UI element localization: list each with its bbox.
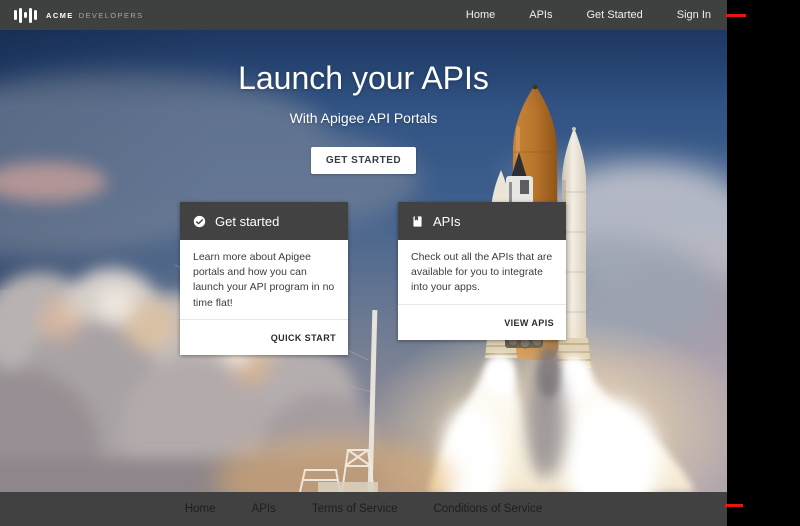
nav-item-home[interactable]: Home — [449, 9, 512, 21]
book-icon — [411, 215, 424, 228]
equalizer-bars-icon — [14, 8, 37, 23]
get-started-card: Get started Learn more about Apigee port… — [180, 202, 348, 355]
view-apis-link[interactable]: VIEW APIS — [504, 318, 554, 328]
card-footer: VIEW APIS — [398, 304, 566, 340]
quick-start-link[interactable]: QUICK START — [271, 333, 336, 343]
hero-section: Launch your APIs With Apigee API Portals… — [0, 30, 727, 492]
nav-item-get-started[interactable]: Get Started — [569, 9, 659, 21]
card-body-text: Check out all the APIs that are availabl… — [398, 240, 566, 304]
card-body-text: Learn more about Apigee portals and how … — [180, 240, 348, 319]
top-navbar: ACME DEVELOPERS Home APIs Get Started Si… — [0, 0, 727, 30]
check-circle-icon — [193, 215, 206, 228]
footer-link-terms[interactable]: Terms of Service — [294, 503, 416, 515]
annotation-dash-bottom — [725, 504, 743, 507]
brand-logo[interactable]: ACME DEVELOPERS — [14, 8, 144, 23]
nav-item-apis[interactable]: APIs — [512, 9, 569, 21]
get-started-card-header: Get started — [180, 202, 348, 240]
card-title: APIs — [433, 214, 460, 229]
hero-subtitle: With Apigee API Portals — [0, 110, 727, 126]
nav-links: Home APIs Get Started Sign In — [449, 9, 713, 21]
screenshot-viewport: ACME DEVELOPERS Home APIs Get Started Si… — [0, 0, 800, 526]
portal-page: ACME DEVELOPERS Home APIs Get Started Si… — [0, 0, 727, 526]
annotation-dash-top — [726, 14, 746, 17]
brand-suffix: DEVELOPERS — [79, 11, 144, 20]
footer-link-apis[interactable]: APIs — [234, 503, 294, 515]
footer-bar: Home APIs Terms of Service Conditions of… — [0, 492, 727, 526]
apis-card: APIs Check out all the APIs that are ava… — [398, 202, 566, 340]
footer-link-home[interactable]: Home — [167, 503, 234, 515]
brand-name: ACME — [46, 11, 74, 20]
apis-card-header: APIs — [398, 202, 566, 240]
card-footer: QUICK START — [180, 319, 348, 355]
hero-content: Launch your APIs With Apigee API Portals… — [0, 30, 727, 174]
card-title: Get started — [215, 214, 279, 229]
get-started-button[interactable]: GET STARTED — [311, 147, 416, 174]
nav-item-sign-in[interactable]: Sign In — [660, 9, 713, 21]
footer-link-conditions[interactable]: Conditions of Service — [415, 503, 560, 515]
hero-title: Launch your APIs — [0, 30, 727, 97]
